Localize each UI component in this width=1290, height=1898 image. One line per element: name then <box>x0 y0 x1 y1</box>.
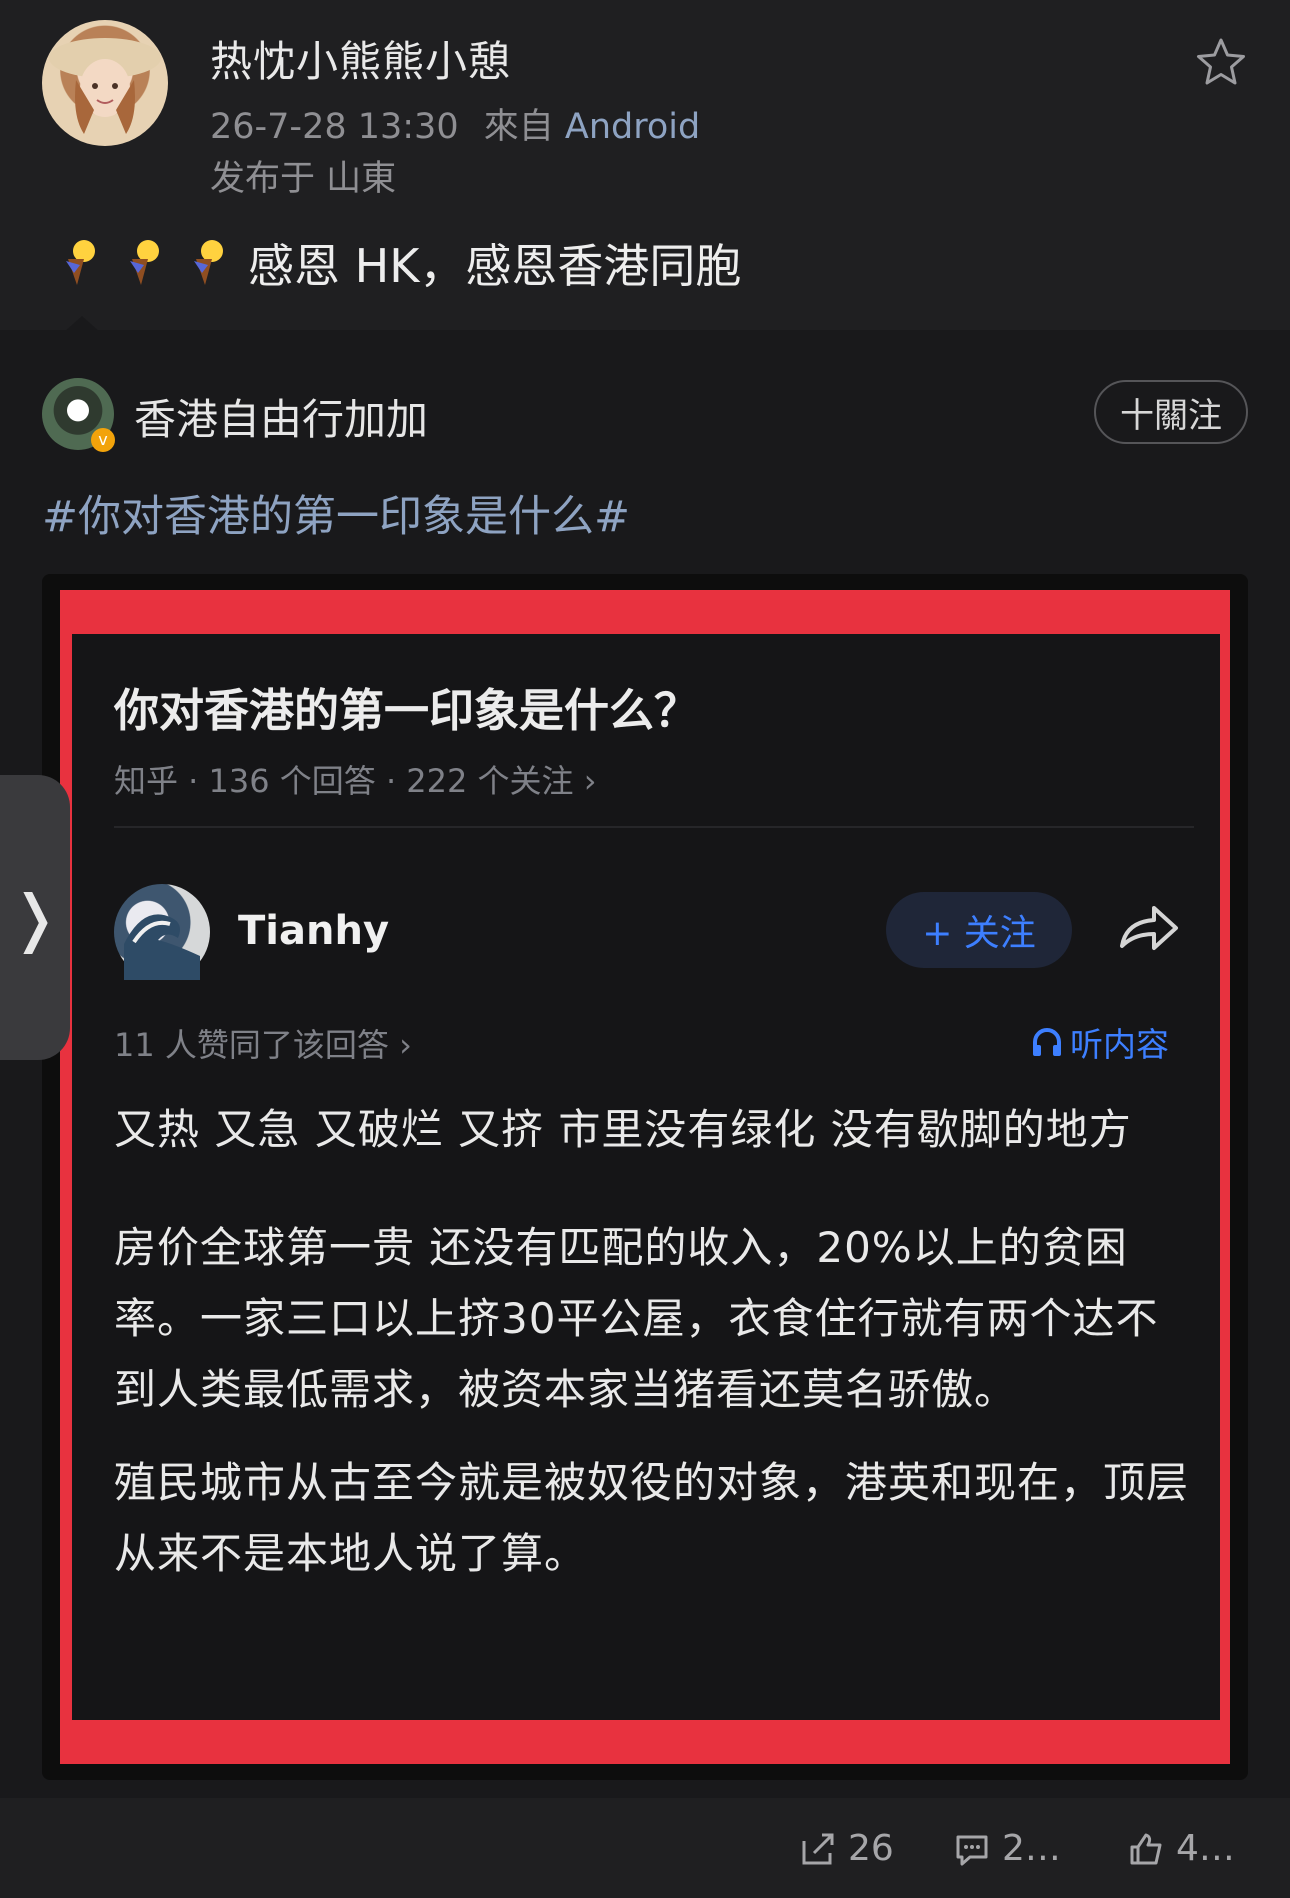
source-prefix: 來自 <box>483 107 554 147</box>
comment-count: 2… <box>1002 1828 1061 1869</box>
verified-badge-icon: v <box>91 428 115 452</box>
like-count: 4… <box>1176 1828 1235 1869</box>
thumbs-up-icon <box>1130 1833 1162 1864</box>
answerer-name[interactable]: Tianhy <box>238 908 389 954</box>
divider <box>114 826 1194 828</box>
torch-icon <box>130 240 159 285</box>
post-time: 26-7-28 13:30 <box>210 107 459 147</box>
post-location: 发布于 山東 <box>210 159 397 199</box>
comment-icon <box>956 1835 988 1865</box>
repost-hashtag[interactable]: #你对香港的第一印象是什么# <box>42 482 630 544</box>
repost-author-name[interactable]: 香港自由行加加 <box>134 386 428 447</box>
answer-paragraph-1: 又热 又急 又破烂 又挤 市里没有绿化 没有歇脚的地方 <box>114 1105 1132 1154</box>
answerer-avatar[interactable] <box>114 884 210 980</box>
post-body-text: 感恩 HK，感恩香港同胞 <box>248 239 742 293</box>
comment-action[interactable]: 2… <box>954 1828 1061 1869</box>
post-device[interactable]: Android <box>565 107 700 147</box>
question-title[interactable]: 你对香港的第一印象是什么？ <box>114 674 699 739</box>
post-username[interactable]: 热忱小熊熊小憩 <box>210 28 511 89</box>
headphones-icon <box>1033 1028 1061 1056</box>
listen-label: 听内容 <box>1070 1025 1169 1064</box>
repost-icon <box>802 1833 834 1864</box>
side-expand-tab[interactable]: ❭ <box>0 775 70 1060</box>
like-action[interactable]: 4… <box>1128 1828 1235 1869</box>
user-avatar[interactable] <box>42 20 168 146</box>
post-meta: 26-7-28 13:30 來自 Android <box>210 98 700 149</box>
favorite-star-icon[interactable] <box>1193 34 1249 90</box>
answer-paragraph-2: 房价全球第一贵 还没有匹配的收入，20%以上的贫困率。一家三口以上挤30平公屋，… <box>114 1223 1159 1414</box>
share-icon[interactable] <box>1116 902 1180 954</box>
listen-button[interactable]: 听内容 <box>1030 1018 1169 1066</box>
post-text: 感恩 HK，感恩香港同胞 <box>50 230 741 296</box>
post-footer: 26 2… 4… <box>0 1798 1290 1898</box>
repost-count: 26 <box>848 1828 894 1869</box>
repost-notch <box>64 316 100 332</box>
answer-paragraph-3: 殖民城市从古至今就是被奴役的对象，港英和现在，顶层从来不是本地人说了算。 <box>114 1458 1190 1578</box>
repost-action[interactable]: 26 <box>800 1828 894 1869</box>
repost-follow-button[interactable]: 十關注 <box>1094 380 1248 444</box>
embedded-screenshot[interactable]: 你对香港的第一印象是什么？ 知乎 · 136 个回答 · 222 个关注 › T… <box>42 574 1248 1780</box>
answer-follow-button[interactable]: + 关注 <box>886 892 1072 968</box>
torch-icon <box>66 240 95 285</box>
question-meta[interactable]: 知乎 · 136 个回答 · 222 个关注 › <box>114 756 597 802</box>
torch-icon <box>194 240 223 285</box>
answer-likes[interactable]: 11 人赞同了该回答 › <box>114 1020 412 1066</box>
